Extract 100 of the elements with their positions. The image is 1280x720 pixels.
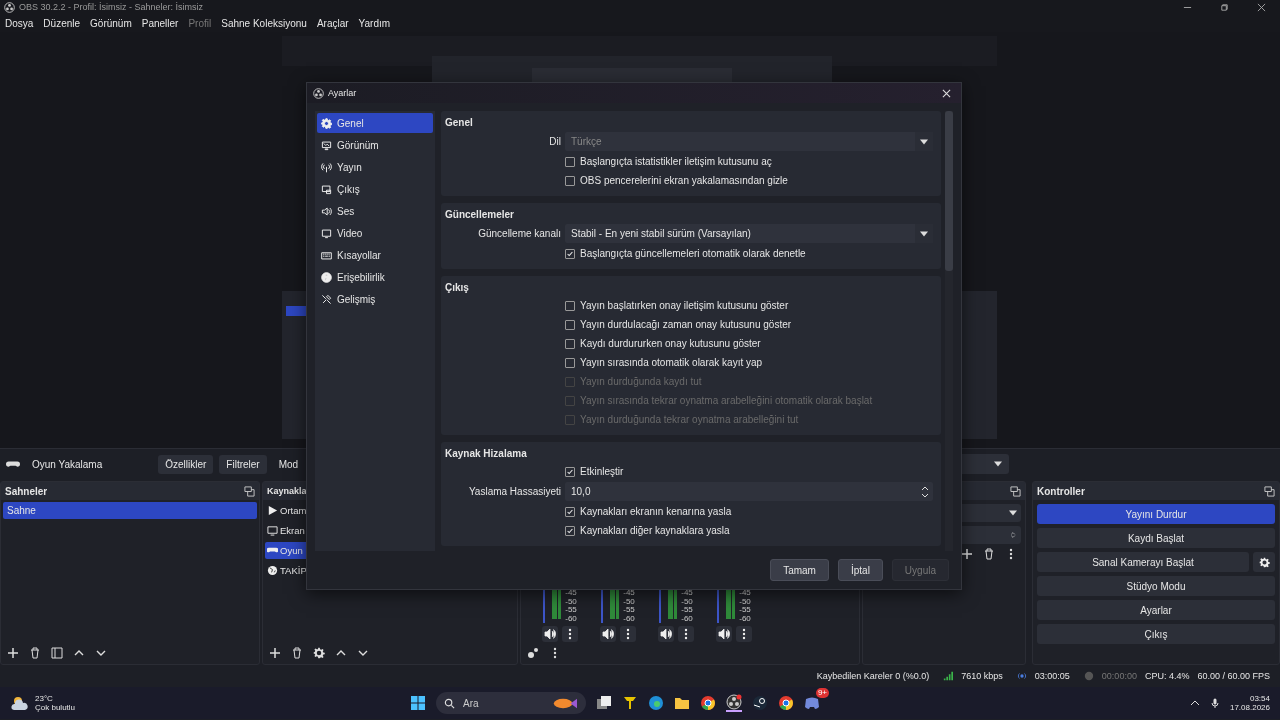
steam-icon[interactable] — [752, 695, 768, 711]
signal-icon — [943, 671, 954, 681]
clock-time: 03:54 — [1249, 694, 1270, 703]
chrome-icon[interactable] — [778, 695, 794, 711]
float-icon[interactable] — [1264, 485, 1275, 497]
windows-icon[interactable] — [410, 695, 426, 711]
add-icon[interactable] — [961, 548, 973, 560]
checkbox[interactable] — [565, 506, 575, 517]
gears-icon[interactable] — [527, 647, 539, 659]
checkbox[interactable] — [565, 319, 575, 330]
sidebar-item[interactable]: Gelişmiş — [317, 289, 433, 309]
mute-button[interactable] — [542, 626, 558, 642]
obs-app-icon[interactable] — [726, 694, 742, 710]
settings-button[interactable] — [1253, 552, 1275, 572]
checkbox[interactable] — [565, 525, 575, 536]
checkbox-option[interactable]: Etkinleştir — [565, 466, 624, 477]
checkbox-option[interactable]: Başlangıçta istatistikler iletişim kutusunu aç — [565, 156, 772, 167]
sidebar-item[interactable]: Görünüm — [317, 135, 433, 155]
menu-item[interactable]: Yardım — [358, 17, 391, 29]
checkbox[interactable] — [565, 466, 575, 477]
checkbox-option[interactable]: Kaynakları diğer kaynaklara yasla — [565, 525, 730, 536]
checkbox-option[interactable]: OBS pencerelerini ekran yakalamasından gizle — [565, 175, 788, 186]
trash-icon[interactable] — [291, 647, 303, 659]
chrome-icon[interactable] — [700, 695, 716, 711]
scene-item[interactable]: Sahne — [3, 502, 257, 519]
more-button[interactable] — [620, 626, 636, 642]
filter-icon[interactable] — [51, 647, 63, 659]
toolbar-button[interactable]: Filtreler — [219, 454, 267, 474]
control-button[interactable]: Çıkış — [1037, 624, 1275, 644]
checkbox-option[interactable]: Kaynakları ekranın kenarına yasla — [565, 506, 732, 517]
mute-button[interactable] — [600, 626, 616, 642]
trash-icon[interactable] — [983, 548, 995, 560]
panel-title: Sahneler — [5, 485, 48, 497]
meter-tick-label: -45 — [739, 589, 751, 598]
menu-item[interactable]: Paneller — [141, 17, 179, 29]
float-icon[interactable] — [244, 485, 255, 497]
checkbox-option[interactable]: Kaydı durdururken onay kutusunu göster — [565, 338, 761, 349]
checkbox[interactable] — [565, 357, 575, 368]
sidebar-item[interactable]: Erişebilirlik — [317, 267, 433, 287]
more-button[interactable] — [736, 626, 752, 642]
add-icon[interactable] — [269, 647, 281, 659]
microphone-icon[interactable] — [1209, 698, 1220, 708]
browser-icon[interactable] — [648, 695, 664, 711]
checkbox[interactable] — [565, 248, 575, 259]
menu-item[interactable]: Dosya — [5, 17, 34, 29]
checkbox[interactable] — [565, 156, 575, 167]
menu-item[interactable]: Araçlar — [316, 17, 349, 29]
sidebar-item[interactable]: Çıkış — [317, 179, 433, 199]
checkbox[interactable] — [565, 175, 575, 186]
control-button[interactable]: Stüdyo Modu — [1037, 576, 1275, 596]
control-button[interactable]: Ayarlar — [1037, 600, 1275, 620]
chat-app-icon[interactable] — [804, 695, 820, 711]
sidebar-item[interactable]: Kısayollar — [317, 245, 433, 265]
meter-tick-label: -45 — [565, 589, 577, 598]
sidebar-item[interactable]: Ses — [317, 201, 433, 221]
more-button[interactable] — [562, 626, 578, 642]
sidebar-item[interactable]: Video — [317, 223, 433, 243]
meter-tick-label: -60 — [565, 614, 577, 623]
source-item[interactable]: TAKİP — [265, 562, 515, 579]
more-button[interactable] — [678, 626, 694, 642]
windows-stack-icon[interactable] — [596, 695, 612, 711]
dialog-button[interactable]: İptal — [837, 559, 883, 581]
control-button[interactable]: Sanal Kamerayı Başlat — [1037, 552, 1249, 572]
search-icon[interactable] — [444, 697, 455, 709]
toolbar-button[interactable]: Özellikler — [158, 454, 214, 474]
number-field[interactable]: 10,0 — [565, 482, 933, 501]
trident-icon[interactable] — [622, 695, 638, 711]
checkbox[interactable] — [565, 338, 575, 349]
checkbox-option[interactable]: Yayın başlatırken onay iletişim kutusunu göster — [565, 300, 789, 311]
mute-button[interactable] — [716, 626, 732, 642]
checkbox-option[interactable]: Yayın durdulacağı zaman onay kutusunu göster — [565, 319, 792, 330]
checkbox-option[interactable]: Başlangıçta güncellemeleri otomatik olarak denetle — [565, 248, 806, 259]
search-field[interactable]: Ara — [436, 692, 586, 714]
mode-label: Mod — [278, 458, 299, 470]
search-field[interactable]: Ara — [461, 696, 544, 710]
close-icon[interactable] — [1257, 2, 1266, 12]
folder-icon[interactable] — [674, 695, 690, 711]
dialog-button[interactable]: Tamam — [770, 559, 829, 581]
stepper-icon[interactable] — [921, 485, 929, 498]
trash-icon[interactable] — [29, 647, 41, 659]
sidebar-item[interactable]: Yayın — [317, 157, 433, 177]
control-button[interactable]: Kaydı Başlat — [1037, 528, 1275, 548]
float-icon[interactable] — [1010, 485, 1021, 497]
control-button[interactable]: Yayını Durdur — [1037, 504, 1275, 524]
source-item[interactable]: Ortam — [265, 502, 515, 519]
maximize-icon[interactable] — [1220, 2, 1229, 12]
checkbox[interactable] — [565, 300, 575, 311]
menu-item[interactable]: Görünüm — [90, 17, 132, 29]
mute-button[interactable] — [658, 626, 674, 642]
chevron-up-icon[interactable] — [1189, 698, 1200, 708]
checkbox-option[interactable]: Yayın sırasında otomatik olarak kayıt yap — [565, 357, 763, 368]
gear-icon[interactable] — [313, 647, 325, 659]
dropdown[interactable]: Stabil - En yeni stabil sürüm (Varsayılan) — [565, 224, 933, 243]
sidebar-item[interactable]: Genel — [317, 113, 433, 133]
source-item[interactable]: Ekran — [265, 522, 515, 539]
antenna-icon — [321, 161, 332, 173]
add-icon[interactable] — [7, 647, 19, 659]
menu-item[interactable]: Düzenle — [43, 17, 81, 29]
scrollbar-thumb[interactable] — [945, 111, 953, 271]
menu-item[interactable]: Sahne Koleksiyonu — [221, 17, 307, 29]
